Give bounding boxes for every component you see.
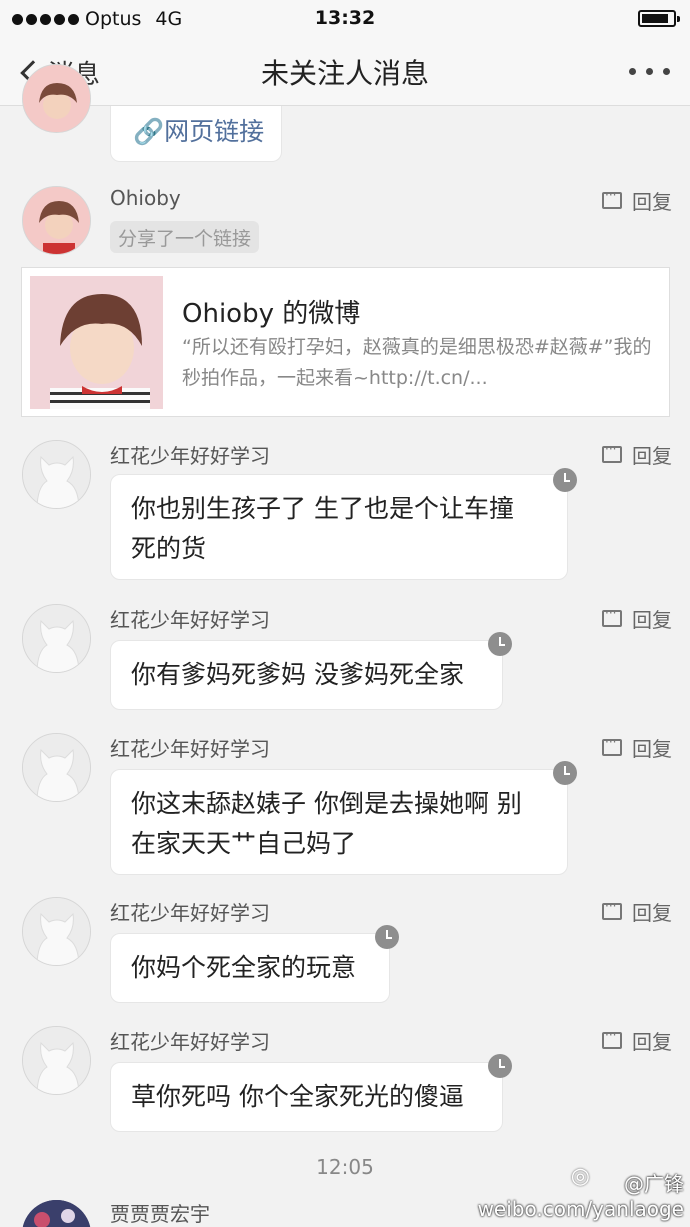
message-text-line: 你有爹妈死爹妈 没爹妈死全家 — [131, 660, 464, 689]
clock-icon — [488, 632, 512, 656]
message-bubble[interactable]: 你也别生孩子了 生了也是个让车撞 死的货 — [110, 474, 568, 580]
reply-label: 回复 — [632, 901, 672, 925]
card-title: Ohioby 的微博 — [182, 299, 361, 329]
clock-icon — [553, 761, 577, 785]
reply-label: 回复 — [632, 190, 672, 214]
reply-label: 回复 — [632, 444, 672, 468]
message-text-line: 死的货 — [131, 534, 207, 563]
web-link-bubble[interactable]: 🔗网页链接 — [110, 106, 282, 162]
avatar[interactable] — [22, 897, 91, 966]
card-description: “所以还有殴打孕妇，赵薇真的是细思极恐#赵薇#”我的秒拍作品，一起来看~http… — [182, 336, 652, 389]
share-tag: 分享了一个链接 — [110, 221, 260, 253]
message-bubble[interactable]: 你有爹妈死爹妈 没爹妈死全家 — [110, 640, 503, 710]
sender-name[interactable]: 红花少年好好学习 — [110, 440, 270, 469]
reply-label: 回复 — [632, 608, 672, 632]
clock-icon — [553, 468, 577, 492]
reply-button[interactable]: 回复 — [602, 733, 672, 762]
default-avatar-icon — [23, 441, 90, 508]
reply-button[interactable]: 回复 — [602, 604, 672, 633]
message-bubble[interactable]: 你这末舔赵婊子 你倒是去操她啊 别 在家天天艹自己妈了 — [110, 769, 568, 875]
default-avatar-icon — [23, 605, 90, 672]
reply-label: 回复 — [632, 737, 672, 761]
sender-name[interactable]: 红花少年好好学习 — [110, 897, 270, 926]
reply-button[interactable]: 回复 — [602, 1026, 672, 1055]
comment-icon — [602, 442, 622, 463]
message-text-line: 在家天天艹自己妈了 — [131, 829, 357, 858]
avatar[interactable] — [22, 186, 91, 255]
avatar-photo-icon — [23, 65, 90, 132]
reply-button[interactable]: 回复 — [602, 186, 672, 215]
comment-icon — [602, 1028, 622, 1049]
default-avatar-icon — [23, 898, 90, 965]
comment-icon — [602, 899, 622, 920]
message-item: 红花少年好好学习 回复 你这末舔赵婊子 你倒是去操她啊 别 在家天天艹自己妈了 — [0, 733, 690, 883]
message-text-line: 你也别生孩子了 生了也是个让车撞 — [131, 494, 514, 523]
avatar[interactable] — [22, 64, 91, 133]
message-bubble[interactable]: 你妈个死全家的玩意 — [110, 933, 390, 1003]
avatar[interactable] — [22, 1026, 91, 1095]
watermark: @广锋 weibo.com/yanlaoge — [477, 1172, 684, 1221]
sender-name[interactable]: Ohioby — [110, 186, 181, 210]
watermark-url: weibo.com/yanlaoge — [477, 1197, 684, 1221]
message-text-line: 草你死吗 你个全家死光的傻逼 — [131, 1082, 464, 1111]
message-bubble[interactable]: 草你死吗 你个全家死光的傻逼 — [110, 1062, 503, 1132]
default-avatar-icon — [23, 734, 90, 801]
message-item: 红花少年好好学习 回复 你也别生孩子了 生了也是个让车撞 死的货 — [0, 440, 690, 590]
avatar-photo-icon — [22, 1200, 91, 1227]
avatar[interactable] — [22, 440, 91, 509]
watermark-handle: @广锋 — [624, 1172, 684, 1196]
message-item: 红花少年好好学习 回复 草你死吗 你个全家死光的傻逼 — [0, 1026, 690, 1136]
sender-name[interactable]: 红花少年好好学习 — [110, 733, 270, 762]
sender-name[interactable]: 贾贾贾宏宇 — [110, 1198, 210, 1227]
comment-icon — [602, 735, 622, 756]
default-avatar-icon — [23, 1027, 90, 1094]
message-text-line: 你妈个死全家的玩意 — [131, 953, 357, 982]
link-card[interactable]: Ohioby 的微博 “所以还有殴打孕妇，赵薇真的是细思极恐#赵薇#”我的秒拍作… — [21, 267, 670, 417]
avatar-photo-icon — [23, 187, 90, 254]
avatar[interactable] — [22, 1200, 91, 1227]
sender-name[interactable]: 红花少年好好学习 — [110, 604, 270, 633]
comment-icon — [602, 188, 622, 209]
reply-label: 回复 — [632, 1030, 672, 1054]
avatar[interactable] — [22, 733, 91, 802]
comment-icon — [602, 606, 622, 627]
message-item: 红花少年好好学习 回复 你妈个死全家的玩意 — [0, 897, 690, 1007]
portrait-image — [30, 276, 163, 409]
sender-name[interactable]: 红花少年好好学习 — [110, 1026, 270, 1055]
message-item: 红花少年好好学习 回复 你有爹妈死爹妈 没爹妈死全家 — [0, 604, 690, 714]
reply-button[interactable]: 回复 — [602, 440, 672, 469]
message-text-line: 你这末舔赵婊子 你倒是去操她啊 别 — [131, 789, 522, 818]
avatar[interactable] — [22, 604, 91, 673]
clock-icon — [488, 1054, 512, 1078]
clock-icon — [375, 925, 399, 949]
message-item: 🔗网页链接 — [0, 0, 690, 170]
reply-button[interactable]: 回复 — [602, 897, 672, 926]
card-thumbnail — [30, 276, 163, 409]
